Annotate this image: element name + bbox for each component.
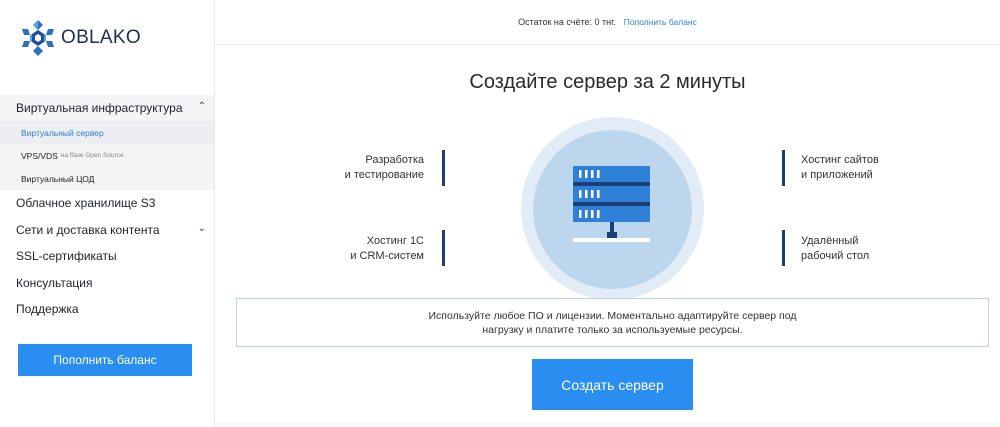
sidebar-item-label: Поддержка — [16, 302, 79, 317]
sidebar-item-label: Консультация — [16, 275, 93, 290]
server-network-icon — [573, 166, 650, 242]
chevron-up-icon: ⌃ — [197, 101, 206, 112]
chevron-down-icon: ⌄ — [197, 222, 206, 234]
sidebar-item-label: Виртуальная инфраструктура — [16, 101, 183, 115]
feature-line: Удалённый — [801, 235, 859, 247]
feature-line: рабочий стол — [801, 250, 870, 262]
sidebar-subitem-label: Виртуальный ЦОД — [21, 173, 95, 184]
feature-line: Хостинг сайтов — [801, 154, 879, 166]
sidebar: OBLAKO Виртуальная инфраструктура ⌃ Вирт… — [0, 0, 215, 427]
sidebar-subitem-vps-vds[interactable]: VPS/VDS на базе Open Source — [0, 144, 214, 167]
logo[interactable]: OBLAKO — [17, 17, 141, 59]
feature-dev-testing: Разработка и тестирование — [300, 153, 424, 183]
feature-line: и CRM-систем — [350, 250, 424, 262]
sidebar-item-label: SSL-сертификаты — [16, 249, 117, 264]
feature-bar — [442, 150, 445, 186]
feature-line: Хостинг 1С — [366, 235, 424, 247]
feature-hosting-sites: Хостинг сайтов и приложений — [801, 153, 951, 183]
footer-strip — [215, 422, 1000, 427]
feature-bar — [782, 150, 785, 186]
create-server-button[interactable]: Создать сервер — [532, 359, 693, 410]
topbar: Остаток на счёте: 0 тнг. Пополнить балан… — [215, 0, 1000, 45]
sidebar-item-virtual-infrastructure[interactable]: Виртуальная инфраструктура ⌃ — [0, 95, 214, 121]
feature-line: и приложений — [801, 169, 873, 181]
feature-bar — [782, 230, 785, 266]
sidebar-item-consulting[interactable]: Консультация — [0, 270, 214, 297]
brand-name: OBLAKO — [61, 27, 141, 48]
feature-line: и тестирование — [344, 169, 424, 181]
sidebar-subitem-virtual-server[interactable]: Виртуальный сервер — [0, 121, 214, 144]
feature-remote-desktop: Удалённый рабочий стол — [801, 234, 951, 264]
notice-line: Используйте любое ПО и лицензии. Момента… — [428, 309, 797, 322]
feature-1c-crm: Хостинг 1С и CRM-систем — [300, 234, 424, 264]
snowflake-logo-icon — [22, 20, 54, 56]
notice-line: нагрузку и платите только за используемы… — [482, 323, 743, 336]
sidebar-item-label: Сети и доставка контента — [16, 222, 160, 237]
sidebar-subitem-virtual-dc[interactable]: Виртуальный ЦОД — [0, 167, 214, 190]
sidebar-subitem-label: VPS/VDS — [21, 150, 58, 161]
topup-balance-link[interactable]: Пополнить баланс — [624, 17, 697, 27]
sidebar-item-s3-storage[interactable]: Облачное хранилище S3 — [0, 190, 214, 217]
feature-bar — [442, 230, 445, 266]
page-title: Создайте сервер за 2 минуты — [469, 71, 746, 93]
sidebar-subitem-note: на базе Open Source — [60, 152, 124, 159]
feature-line: Разработка — [365, 154, 424, 166]
balance-text: Остаток на счёте: 0 тнг. — [518, 17, 616, 27]
sidebar-item-support[interactable]: Поддержка — [0, 296, 214, 323]
info-notice: Используйте любое ПО и лицензии. Момента… — [236, 298, 989, 347]
sidebar-item-networks-cdn[interactable]: Сети и доставка контента ⌄ — [0, 217, 214, 244]
sidebar-item-label: Облачное хранилище S3 — [16, 196, 156, 211]
sidebar-group-virtual-infrastructure: Виртуальная инфраструктура ⌃ Виртуальный… — [0, 95, 214, 190]
sidebar-nav: Виртуальная инфраструктура ⌃ Виртуальный… — [0, 95, 214, 323]
topup-balance-button[interactable]: Пополнить баланс — [18, 344, 192, 376]
sidebar-subitem-label: Виртуальный сервер — [21, 127, 104, 138]
sidebar-item-ssl[interactable]: SSL-сертификаты — [0, 243, 214, 270]
